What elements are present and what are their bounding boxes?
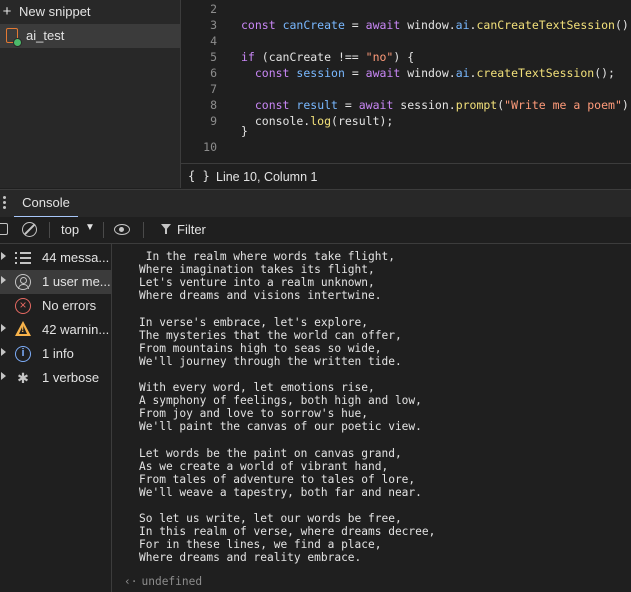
poem-line: In the realm where words take flight, <box>139 250 395 263</box>
snippet-name: ai_test <box>26 28 65 43</box>
new-snippet-button[interactable]: + New snippet <box>0 0 180 24</box>
drawer-tab-bar: Console <box>0 189 631 218</box>
sidebar-item-messages[interactable]: 44 messa... <box>0 246 111 270</box>
user-icon <box>15 274 31 290</box>
info-icon: i <box>15 346 31 362</box>
filter-icon-stem <box>165 229 167 234</box>
sidebar-item-label: No errors <box>42 298 97 313</box>
sidebar-item-warnings[interactable]: ! 42 warnin... <box>0 318 111 342</box>
toolbar-divider <box>143 222 144 238</box>
line-number: 4 <box>210 34 217 48</box>
poem-line: Where dreams and visions intertwine. <box>139 289 382 303</box>
more-options-icon[interactable] <box>3 196 6 211</box>
console-sidebar: 44 messa... 1 user me... × No errors ! 4… <box>0 244 112 592</box>
sidebar-item-errors[interactable]: × No errors <box>0 294 111 318</box>
line-number: 7 <box>210 82 217 96</box>
line-number: 2 <box>210 2 217 16</box>
poem-line: A symphony of feelings, both high and lo… <box>139 394 422 408</box>
poem-line: From mountains high to seas so wide, <box>139 341 382 355</box>
line-number: 9 <box>210 114 217 128</box>
line-number: 6 <box>210 66 217 80</box>
poem-line: We'll paint the canvas of our poetic vie… <box>139 420 422 434</box>
poem-line: As we create a world of vibrant hand, <box>139 459 389 473</box>
return-arrow-icon: ‹· <box>124 575 138 588</box>
code-editor[interactable]: 2 3 4 5 6 7 8 9 10 const canCreate = awa… <box>181 0 631 162</box>
expand-caret-icon[interactable] <box>1 276 6 284</box>
line-number: 10 <box>203 140 217 154</box>
line-number: 8 <box>210 98 217 112</box>
list-icon <box>15 250 31 266</box>
poem-line: We'll weave a tapestry, both far and nea… <box>139 485 422 499</box>
bug-icon: ✱ <box>17 370 29 386</box>
snippet-item-ai-test[interactable]: ai_test <box>0 24 180 48</box>
poem-line: From tales of adventure to tales of lore… <box>139 472 416 486</box>
poem-line: In verse's embrace, let's explore, <box>139 315 369 329</box>
poem-line: So let us write, let our words be free, <box>139 512 402 525</box>
toolbar-divider <box>49 222 50 238</box>
error-icon: × <box>15 298 31 314</box>
poem-line: Where dreams and reality embrace. <box>139 551 362 565</box>
snippets-panel: + New snippet ai_test <box>0 0 181 188</box>
return-value: undefined <box>141 575 203 588</box>
poem-line: For in these lines, we find a place, <box>139 538 382 552</box>
clear-console-icon[interactable] <box>22 222 37 237</box>
sidebar-item-verbose[interactable]: ✱ 1 verbose <box>0 366 111 390</box>
code-line: } <box>241 124 248 138</box>
tab-console[interactable]: Console <box>14 190 78 217</box>
warning-exclamation-icon: ! <box>21 324 25 335</box>
editor-status-bar: { } Line 10, Column 1 <box>181 163 631 189</box>
sidebar-item-label: 44 messa... <box>42 250 110 265</box>
line-number: 3 <box>210 18 217 32</box>
sidebar-item-user-messages[interactable]: 1 user me... <box>0 270 111 294</box>
toolbar-divider <box>103 222 104 238</box>
pretty-print-icon[interactable]: { } <box>188 169 210 183</box>
context-selector[interactable]: top <box>61 222 79 237</box>
sidebar-item-label: 1 user me... <box>42 274 111 289</box>
live-expression-eye-icon[interactable] <box>114 224 130 235</box>
cursor-position: Line 10, Column 1 <box>216 170 318 184</box>
plus-icon: + <box>2 3 12 20</box>
poem-line: Where imagination takes its flight, <box>139 263 375 277</box>
poem-line: In this realm of verse, where dreams dec… <box>139 525 436 539</box>
poem-line: With every word, let emotions rise, <box>139 381 375 394</box>
expand-caret-icon[interactable] <box>1 348 6 356</box>
code-line: if (canCreate !== "no") { <box>241 50 415 64</box>
expand-caret-icon[interactable] <box>1 252 6 260</box>
poem-line: Let's venture into a realm unknown, <box>139 276 375 290</box>
poem-line: From joy and love to sorrow's hue, <box>139 407 369 421</box>
console-output[interactable]: In the realm where words take flight, Whe… <box>112 244 631 592</box>
return-value-line: ‹· undefined <box>124 575 202 588</box>
poem-line: Let words be the paint on canvas grand, <box>139 446 402 460</box>
code-line: const session = await window.ai.createTe… <box>254 66 615 80</box>
sidebar-item-label: 1 verbose <box>42 370 100 385</box>
expand-caret-icon[interactable] <box>1 372 6 380</box>
sidebar-item-label: 42 warnin... <box>42 322 110 337</box>
status-dot-icon <box>13 38 22 47</box>
code-line: console.log(result); <box>241 114 394 128</box>
code-line: const result = await session.prompt("Wri… <box>254 98 631 112</box>
poem-line: We'll journey through the written tide. <box>139 354 402 368</box>
sidebar-item-label: 1 info <box>42 346 74 361</box>
line-number: 5 <box>210 50 217 64</box>
code-line: const canCreate = await window.ai.canCre… <box>241 18 631 32</box>
chevron-down-icon[interactable]: ▼ <box>85 222 95 233</box>
poem-line: The mysteries that the world can offer, <box>139 328 402 342</box>
sidebar-toggle-icon[interactable] <box>0 223 8 235</box>
sidebar-item-info[interactable]: i 1 info <box>0 342 111 366</box>
expand-caret-icon[interactable] <box>1 324 6 332</box>
filter-input[interactable]: Filter <box>177 222 206 237</box>
console-toolbar: top ▼ Filter <box>0 217 631 244</box>
new-snippet-label: New snippet <box>19 4 91 19</box>
